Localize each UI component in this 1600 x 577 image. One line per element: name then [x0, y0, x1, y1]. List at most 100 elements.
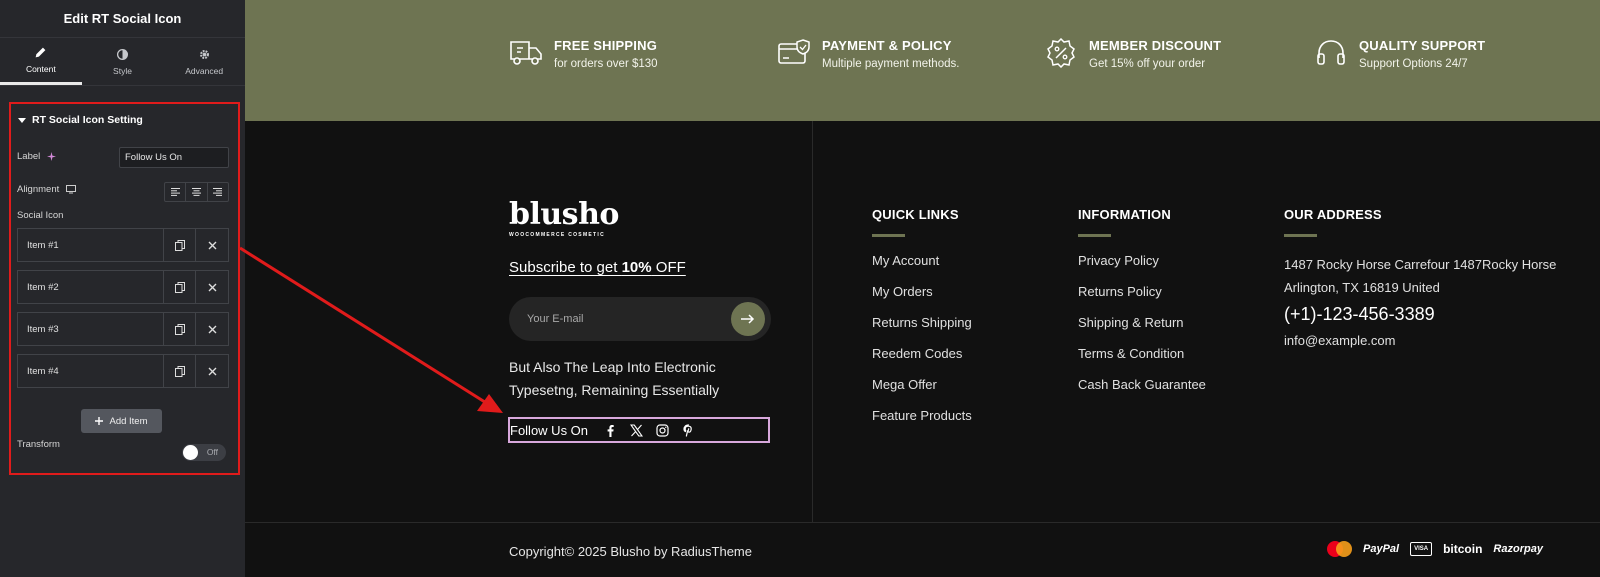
- footer-link[interactable]: Terms & Condition: [1078, 346, 1206, 377]
- screen: Edit RT Social Icon Content Style Advanc…: [0, 0, 1600, 577]
- footer-link[interactable]: Feature Products: [872, 408, 972, 439]
- section-toggle[interactable]: RT Social Icon Setting: [18, 114, 143, 126]
- remove-button[interactable]: [196, 229, 228, 261]
- footer-link[interactable]: Privacy Policy: [1078, 253, 1206, 284]
- annotation-highlight-box: RT Social Icon Setting Label Alignment: [9, 102, 240, 475]
- facebook-icon[interactable]: [604, 424, 617, 437]
- alignment-group: [164, 182, 229, 202]
- remove-button[interactable]: [196, 271, 228, 303]
- add-item-button[interactable]: Add Item: [81, 409, 162, 433]
- duplicate-button[interactable]: [164, 313, 196, 345]
- copy-icon: [174, 281, 185, 293]
- repeater-item-title[interactable]: Item #1: [18, 229, 164, 261]
- footer-link[interactable]: Reedem Codes: [872, 346, 972, 377]
- add-item-label: Add Item: [109, 415, 148, 427]
- transform-toggle[interactable]: Off: [182, 444, 226, 461]
- mastercard-icon: [1327, 541, 1352, 557]
- subscribe-pre: Subscribe to get: [509, 259, 622, 276]
- repeater-item[interactable]: Item #3: [17, 312, 229, 346]
- desktop-icon[interactable]: [66, 185, 77, 194]
- transform-label: Transform: [17, 439, 60, 450]
- copy-icon: [174, 323, 185, 335]
- site-footer: blusho WOOCOMMERCE COSMETIC Subscribe to…: [245, 121, 1600, 523]
- close-icon: [208, 367, 216, 375]
- feature-title: FREE SHIPPING: [554, 38, 658, 53]
- label-field-label: Label: [17, 151, 57, 162]
- phone-number[interactable]: (+1)-123-456-3389: [1284, 304, 1569, 325]
- repeater-item[interactable]: Item #4: [17, 354, 229, 388]
- duplicate-button[interactable]: [164, 355, 196, 387]
- footer-link[interactable]: Returns Policy: [1078, 284, 1206, 315]
- tab-style[interactable]: Style: [82, 38, 164, 85]
- repeater-item-title[interactable]: Item #3: [18, 313, 164, 345]
- remove-button[interactable]: [196, 355, 228, 387]
- tab-advanced-label: Advanced: [185, 65, 224, 76]
- feature-member-discount: MEMBER DISCOUNT Get 15% off your order: [1044, 38, 1221, 70]
- repeater-item[interactable]: Item #2: [17, 270, 229, 304]
- ai-sparkle-icon[interactable]: [47, 152, 57, 161]
- about-text: But Also The Leap Into Electronic Typese…: [509, 359, 720, 398]
- close-icon: [208, 241, 216, 249]
- x-icon[interactable]: [630, 423, 644, 437]
- align-left-button[interactable]: [165, 183, 187, 201]
- bitcoin-icon: bitcoin: [1443, 542, 1483, 556]
- instagram-icon[interactable]: [656, 423, 669, 437]
- remove-button[interactable]: [196, 313, 228, 345]
- newsletter-form: [509, 297, 771, 341]
- toggle-knob: [183, 445, 198, 460]
- information-column: INFORMATION Privacy Policy Returns Polic…: [1078, 207, 1206, 408]
- tab-advanced[interactable]: Advanced: [163, 38, 245, 85]
- align-right-button[interactable]: [208, 183, 228, 201]
- footer-link[interactable]: Mega Offer: [872, 377, 972, 408]
- site-logo[interactable]: blusho WOOCOMMERCE COSMETIC: [509, 197, 619, 239]
- social-follow-widget: Follow Us On: [508, 417, 770, 443]
- logo-word: blusho: [509, 197, 619, 232]
- align-center-button[interactable]: [186, 183, 208, 201]
- copyright-text: Copyright© 2025 Blusho by RadiusTheme: [509, 544, 752, 559]
- label-input[interactable]: [119, 147, 229, 168]
- align-center-icon: [191, 188, 201, 196]
- footer-link[interactable]: Cash Back Guarantee: [1078, 377, 1206, 408]
- footer-link[interactable]: Shipping & Return: [1078, 315, 1206, 346]
- feature-title: MEMBER DISCOUNT: [1089, 38, 1222, 53]
- footer-link[interactable]: My Orders: [872, 284, 972, 315]
- repeater-item-title[interactable]: Item #2: [18, 271, 164, 303]
- arrow-right-icon: [741, 314, 755, 324]
- repeater-item[interactable]: Item #1: [17, 228, 229, 262]
- paypal-icon: PayPal: [1363, 543, 1400, 555]
- feature-free-shipping: FREE SHIPPING for orders over $130: [509, 38, 658, 70]
- tab-style-label: Style: [113, 65, 132, 76]
- alignment-label: Alignment: [17, 184, 77, 195]
- address-text: 1487 Rocky Horse Carrefour 1487Rocky Hor…: [1284, 257, 1557, 295]
- subscribe-submit-button[interactable]: [731, 302, 765, 336]
- duplicate-button[interactable]: [164, 271, 196, 303]
- heading-underline: [1078, 234, 1111, 237]
- address-column: OUR ADDRESS 1487 Rocky Horse Carrefour 1…: [1284, 207, 1569, 348]
- email-link[interactable]: info@example.com: [1284, 333, 1569, 348]
- align-right-icon: [213, 188, 223, 196]
- social-icon-label: Social Icon: [17, 210, 64, 221]
- email-input[interactable]: [527, 310, 717, 328]
- plus-icon: [95, 417, 104, 425]
- footer-link[interactable]: My Account: [872, 253, 972, 284]
- percent-badge-icon: [1047, 38, 1075, 68]
- copy-icon: [174, 365, 185, 377]
- column-heading: QUICK LINKS: [872, 207, 959, 222]
- visa-icon: VISA: [1410, 542, 1433, 556]
- footer-link[interactable]: Returns Shipping: [872, 315, 972, 346]
- features-banner: FREE SHIPPING for orders over $130 PAYMEN…: [245, 0, 1600, 121]
- subscribe-bold: 10%: [621, 259, 652, 276]
- quick-links-column: QUICK LINKS My Account My Orders Returns…: [872, 207, 972, 439]
- close-icon: [208, 325, 216, 333]
- subscribe-heading: Subscribe to get 10% OFF: [509, 259, 686, 276]
- align-left-icon: [170, 188, 180, 196]
- feature-subtitle: for orders over $130: [554, 58, 658, 70]
- pencil-icon: [35, 47, 46, 58]
- footer-divider: [812, 121, 813, 523]
- tab-content[interactable]: Content: [0, 38, 82, 85]
- razorpay-icon: Razorpay: [1493, 543, 1543, 555]
- pinterest-icon[interactable]: [682, 423, 695, 437]
- heading-underline: [872, 234, 905, 237]
- duplicate-button[interactable]: [164, 229, 196, 261]
- repeater-item-title[interactable]: Item #4: [18, 355, 164, 387]
